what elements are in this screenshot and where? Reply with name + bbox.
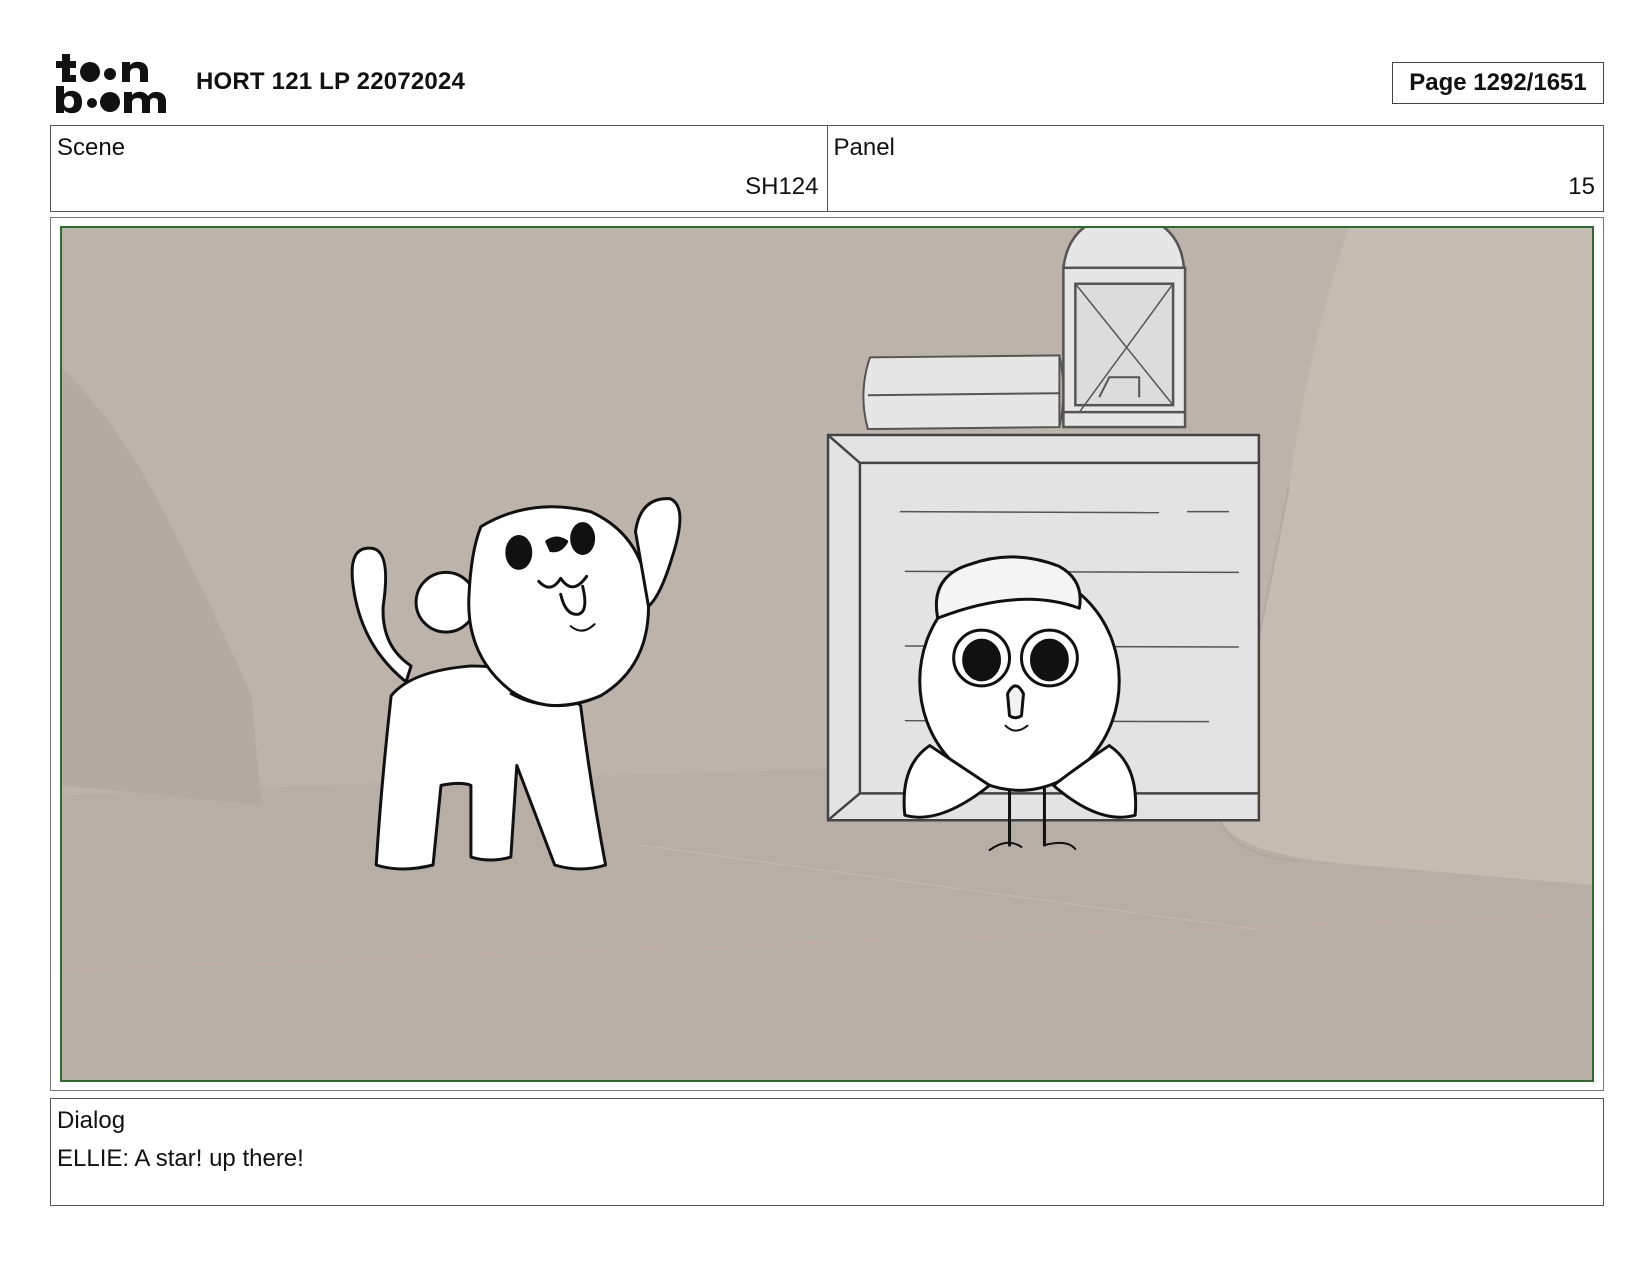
toonboom-logo xyxy=(56,54,166,114)
panel-frame xyxy=(50,217,1604,1091)
panel-value: 15 xyxy=(1568,173,1595,200)
scene-cell: Scene SH124 xyxy=(51,126,827,211)
scene-label: Scene xyxy=(57,134,126,161)
storyboard-illustration xyxy=(62,228,1592,1080)
panel-label: Panel xyxy=(833,134,895,161)
page-indicator: Page 1292/1651 xyxy=(1392,62,1604,104)
panel-cell: Panel 15 xyxy=(826,126,1604,211)
info-row: Scene SH124 Panel 15 xyxy=(50,125,1604,212)
dialog-box: Dialog ELLIE: A star! up there! xyxy=(50,1098,1604,1206)
document-title: HORT 121 LP 22072024 xyxy=(196,68,466,95)
dialog-label: Dialog xyxy=(57,1107,126,1134)
books xyxy=(862,354,1065,431)
dialog-text: ELLIE: A star! up there! xyxy=(57,1145,304,1172)
lantern xyxy=(1061,228,1187,429)
scene-value: SH124 xyxy=(745,173,819,200)
storyboard-drawing xyxy=(60,226,1594,1082)
